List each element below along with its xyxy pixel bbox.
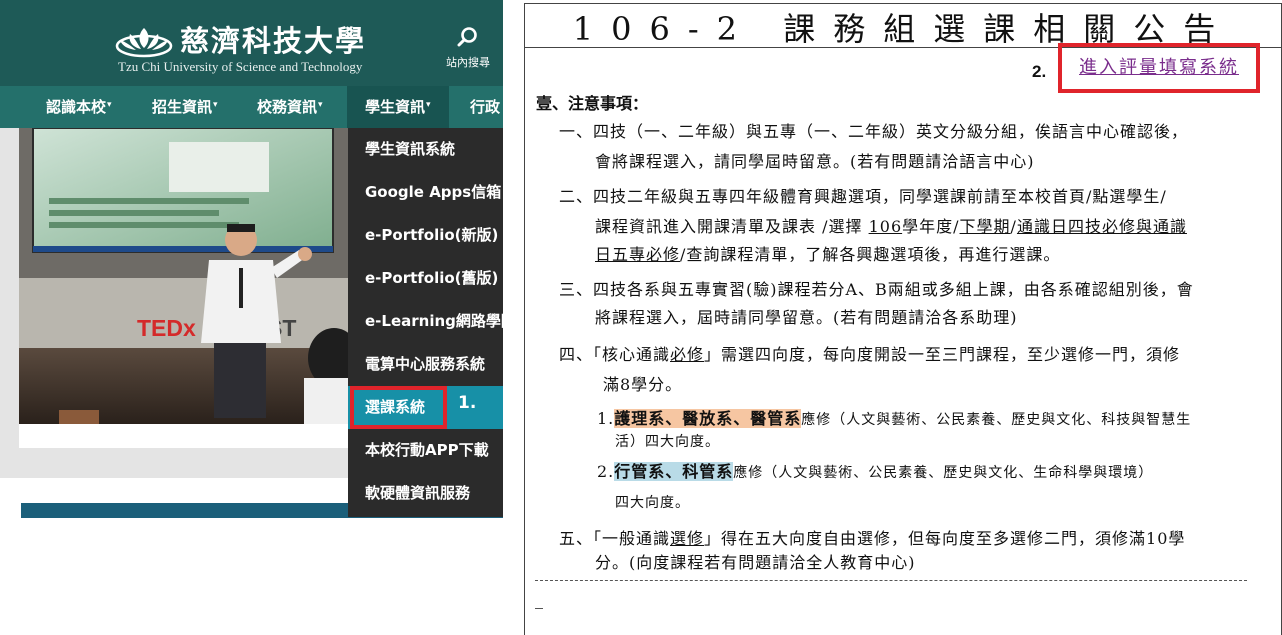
nav-student-info[interactable]: 學生資訊▾: [347, 86, 449, 128]
dashed-divider-tail: [535, 608, 543, 609]
sub2-text: 應修（人文與藝術、公民素養、歷史與文化、生命科學與環境）: [733, 465, 1154, 481]
item2-line2-c: 學年度/: [902, 217, 960, 236]
caret-down-icon: ▾: [107, 100, 112, 110]
step-marker-1: 1.: [458, 393, 477, 413]
item3-line2: 將課程選入，屆時請同學留意。(若有問題請洽各系助理): [595, 308, 1018, 327]
university-logo-icon[interactable]: [114, 24, 174, 58]
sub2-departments: 行管系、科管系: [614, 462, 734, 481]
item2-line3-b: /查詢課程清單，了解各興趣選項後，再進行選課。: [680, 245, 1061, 264]
item2-year: 106: [868, 217, 903, 236]
sub2-line2: 四大向度。: [615, 495, 690, 511]
nav-admissions-label: 招生資訊: [152, 98, 213, 116]
item5-elective: 選修: [670, 529, 705, 548]
item2-line2-a: 課程資訊進入開課清單及課表 /選擇: [595, 217, 869, 236]
dashed-divider: [535, 580, 1247, 581]
menu-computer-center-services[interactable]: 電算中心服務系統: [348, 343, 503, 386]
menu-elearning[interactable]: e-Learning網路學園: [348, 300, 503, 343]
sub1-line2: 活）四大向度。: [615, 434, 720, 450]
nav-admin-label: 行政: [470, 98, 501, 116]
nav-admin[interactable]: 行政: [470, 86, 500, 128]
search-label: 站內搜尋: [446, 56, 490, 69]
item2-line3: 日五專必修/查詢課程清單，了解各興趣選項後，再進行選課。: [595, 245, 1060, 265]
nav-student-info-label: 學生資訊: [365, 98, 426, 116]
sub1-number: 1.: [597, 409, 615, 428]
search-icon: [457, 27, 477, 47]
caret-down-icon: ▾: [213, 100, 218, 110]
caret-down-icon: ▾: [318, 100, 323, 110]
item3-line1: 三、四技各系與五專實習(驗)課程若分A、B兩組或多組上課，由各系確認組別後，會: [559, 280, 1194, 299]
sub2-number: 2.: [597, 462, 615, 481]
document-title: 106-2 課務組選課相關公告: [525, 4, 1281, 48]
evaluation-system-link[interactable]: 進入評量填寫系統: [1058, 43, 1260, 93]
menu-eportfolio-new[interactable]: e-Portfolio(新版): [348, 214, 503, 257]
item2-line1: 二、四技二年級與五專四年級體育興趣選項，同學選課前請至本校首頁/點選學生/: [559, 187, 1167, 206]
sub1-text: 應修（人文與藝術、公民素養、歷史與文化、科技與智慧生: [801, 412, 1192, 428]
item4-line2: 滿8學分。: [603, 375, 683, 394]
panel-divider: [503, 0, 524, 635]
menu-mobile-app-download[interactable]: 本校行動APP下載: [348, 429, 503, 472]
main-nav: 認識本校▾ 招生資訊▾ 校務資訊▾ 學生資訊▾ 行政: [0, 86, 503, 128]
menu-student-info-system[interactable]: 學生資訊系統: [348, 128, 503, 171]
university-site-panel: 慈濟科技大學 Tzu Chi University of Science and…: [0, 0, 503, 635]
caret-down-icon: ▾: [426, 100, 431, 110]
screenshot-stage: 慈濟科技大學 Tzu Chi University of Science and…: [0, 0, 1282, 635]
nav-about[interactable]: 認識本校▾: [46, 86, 112, 128]
menu-eportfolio-old[interactable]: e-Portfolio(舊版): [348, 257, 503, 300]
item5-line1: 五、「一般通識選修」得在五大向度自由選修，但每向度至多選修二門，須修滿10學: [559, 529, 1185, 549]
news-photo[interactable]: TEDx ST: [19, 128, 354, 424]
sub1-departments: 護理系、醫放系、醫管系: [614, 409, 802, 428]
step-marker-2: 2.: [1032, 62, 1047, 81]
nav-about-label: 認識本校: [46, 98, 107, 116]
item4-required: 必修: [670, 345, 705, 364]
student-info-dropdown: 學生資訊系統 Google Apps信箱 e-Portfolio(新版) e-P…: [348, 128, 503, 517]
nav-school-affairs[interactable]: 校務資訊▾: [257, 86, 323, 128]
item2-semester: 下學期: [959, 217, 1011, 236]
item5-line2: 分。(向度課程若有問題請洽全人教育中心): [595, 553, 916, 572]
item4-line1-c: 」需選四向度，每向度開設一至三門課程，至少選修一門，須修: [704, 345, 1181, 364]
site-header: 慈濟科技大學 Tzu Chi University of Science and…: [0, 0, 503, 86]
item5-line1-c: 」得在五大向度自由選修，但每向度至多選修二門，須修滿10學: [704, 529, 1186, 548]
item4-line1-a: 四、「核心通識: [559, 345, 671, 364]
item1-line2: 會將課程選入，請同學屆時留意。(若有問題請洽語言中心): [595, 152, 1035, 171]
nav-school-affairs-label: 校務資訊: [257, 98, 318, 116]
item1-line1: 一、四技（一、二年級）與五專（一、二年級）英文分級分組，俟語言中心確認後，: [559, 122, 1189, 141]
item5-line1-a: 五、「一般通識: [559, 529, 671, 548]
lecture-photo-image: TEDx ST: [19, 128, 354, 424]
menu-software-hardware-services[interactable]: 軟硬體資訊服務: [348, 472, 503, 515]
photo-caption: TEDx: [137, 315, 196, 341]
nav-admissions[interactable]: 招生資訊▾: [152, 86, 218, 128]
university-english-name: Tzu Chi University of Science and Techno…: [118, 59, 363, 74]
announcement-document: 106-2 課務組選課相關公告 2. 進入評量填寫系統 壹、注意事項： 一、四技…: [524, 3, 1282, 635]
sub2-line1: 2.行管系、科管系應修（人文與藝術、公民素養、歷史與文化、生命科學與環境）: [597, 462, 1153, 483]
highlight-box-course-selection: [350, 386, 447, 429]
item4-line1: 四、「核心通識必修」需選四向度，每向度開設一至三門課程，至少選修一門，須修: [559, 345, 1180, 365]
sub1-line1: 1.護理系、醫放系、醫管系應修（人文與藝術、公民素養、歷史與文化、科技與智慧生: [597, 409, 1191, 430]
site-search-button[interactable]: 站內搜尋: [441, 26, 495, 76]
item2-general-required-2: 日五專必修: [595, 245, 681, 264]
menu-google-apps-mail[interactable]: Google Apps信箱: [348, 171, 503, 214]
notice-heading: 壹、注意事項：: [536, 94, 649, 113]
item2-line2: 課程資訊進入開課清單及課表 /選擇 106學年度/下學期/通識日四技必修與通識: [595, 217, 1187, 237]
university-name[interactable]: 慈濟科技大學: [180, 18, 366, 60]
item2-general-required-1: 通識日四技必修與通識: [1016, 217, 1187, 236]
